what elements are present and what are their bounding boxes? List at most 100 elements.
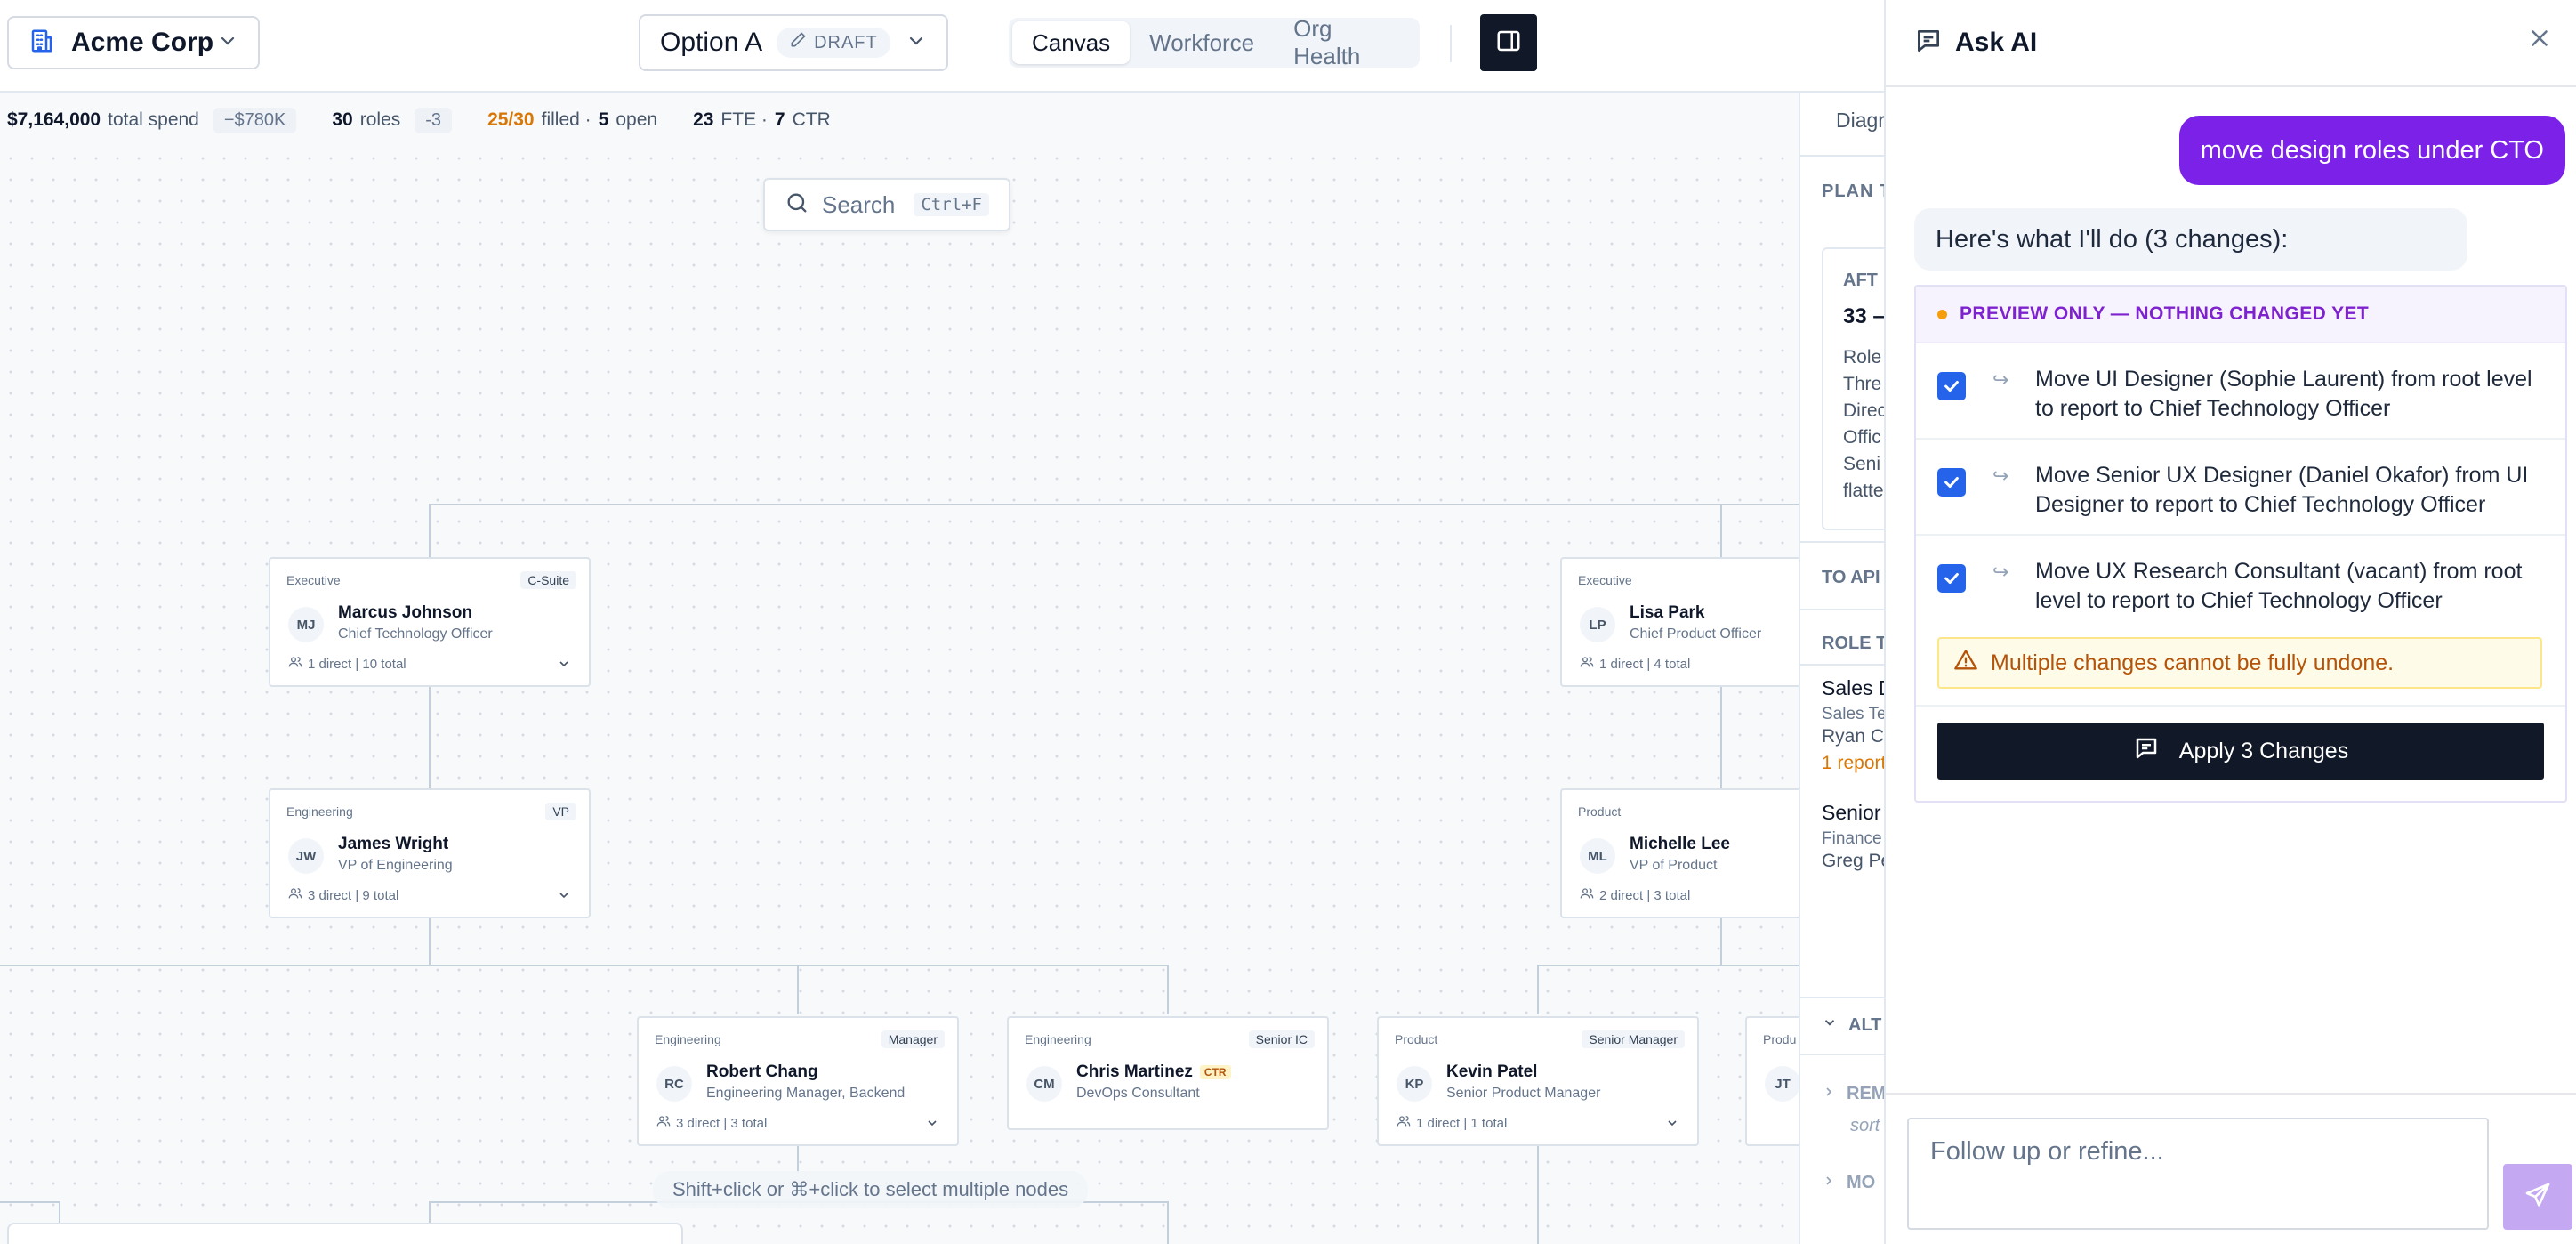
connector [429, 504, 431, 557]
side-panel-tab[interactable]: Diagr [1836, 109, 1885, 133]
alt-label: ALT [1848, 1014, 1882, 1035]
canvas-search[interactable]: Search Ctrl+F [763, 178, 1010, 231]
ai-panel-header: Ask AI [1886, 0, 2576, 87]
org-node-james-wright[interactable]: Engineering VP JW James Wright VP of Eng… [269, 788, 591, 918]
redirect-arrow-icon: ↪ [1992, 561, 2009, 583]
search-icon [785, 190, 809, 220]
org-node-marcus-johnson[interactable]: Executive C-Suite MJ Marcus Johnson Chie… [269, 557, 591, 687]
node-name: Kevin Patel [1446, 1062, 1538, 1081]
org-canvas[interactable]: Search Ctrl+F Executive C-Suite MJ Marcu… [0, 148, 1799, 1244]
node-reports-count: 2 direct | 3 total [1599, 887, 1691, 903]
after-label: AFT [1843, 271, 1878, 290]
workspace-name: Acme Corp [71, 28, 214, 57]
avatar: JT [1765, 1066, 1799, 1102]
stat-filled-value: 25/30 [487, 109, 535, 130]
org-node-lisa-park[interactable]: Executive LP Lisa Park Chief Product Off… [1560, 557, 1799, 687]
expand-chevron-icon[interactable] [557, 888, 571, 907]
apply-changes-button[interactable]: Apply 3 Changes [1937, 723, 2544, 780]
connector [429, 685, 431, 792]
connector [1720, 917, 1722, 966]
org-node-robert-chang[interactable]: Engineering Manager RC Robert Chang Engi… [637, 1016, 959, 1146]
expand-chevron-icon[interactable] [1665, 1116, 1679, 1135]
node-role: VP of Engineering [338, 858, 453, 873]
change-text: Move Senior UX Designer (Daniel Okafor) … [2035, 463, 2529, 517]
stat-spend: $7,164,000 total spend −$780K [7, 107, 297, 133]
expand-chevron-icon[interactable] [557, 657, 571, 675]
building-icon [28, 28, 55, 59]
people-icon [288, 886, 302, 904]
node-name: Michelle Lee [1630, 835, 1730, 853]
after-value: 33 – [1843, 304, 1885, 328]
after-line-6: flatte [1843, 481, 1884, 501]
tab-workforce[interactable]: Workforce [1130, 21, 1274, 64]
people-icon [1580, 655, 1594, 673]
after-line-4: Offic [1843, 427, 1881, 448]
node-reports-count: 3 direct | 9 total [308, 887, 399, 903]
change-item: ↪ Move UX Research Consultant (vacant) f… [1916, 536, 2565, 632]
search-shortcut: Ctrl+F [914, 193, 989, 216]
org-node-michelle-lee[interactable]: Product ML Michelle Lee VP of Product 2 … [1560, 788, 1799, 918]
panel-toggle-button[interactable] [1480, 14, 1537, 71]
node-reports: 1 direct | 1 total [1397, 1114, 1507, 1132]
stat-ctr-value: 7 [774, 109, 785, 130]
node-department: Executive [1578, 573, 1632, 587]
chevron-right-icon [1822, 1084, 1836, 1104]
top-bar: Acme Corp Option A DRAFT Canvas Workforc… [0, 0, 1884, 93]
people-icon [656, 1114, 671, 1132]
org-node-jt[interactable]: Produ JT [1745, 1016, 1799, 1146]
connector [1167, 1201, 1169, 1244]
canvas-toolbar[interactable] [7, 1223, 683, 1244]
node-name: Chris Martinez CTR [1076, 1062, 1231, 1082]
expand-chevron-icon[interactable] [925, 1116, 939, 1135]
node-level-badge: Senior Manager [1582, 1030, 1685, 1048]
stat-spend-label: total spend [108, 109, 199, 130]
role-item-1-sub: Sales Te [1822, 705, 1886, 723]
node-name-text: Chris Martinez [1076, 1062, 1193, 1081]
node-level-badge: Senior IC [1248, 1030, 1315, 1048]
rem-section-toggle[interactable]: REM [1822, 1084, 1886, 1104]
connector [1167, 965, 1169, 1014]
stat-fte-label: FTE · [720, 109, 768, 130]
follow-up-input[interactable]: Follow up or refine... [1907, 1118, 2489, 1230]
stat-fte-value: 23 [693, 109, 714, 130]
chat-icon [2133, 735, 2160, 768]
tab-canvas[interactable]: Canvas [1012, 21, 1131, 64]
close-icon[interactable] [2526, 25, 2553, 56]
node-name: James Wright [338, 835, 449, 853]
workspace-selector[interactable]: Acme Corp [7, 16, 260, 69]
stat-filled: 25/30 filled · 5 open [487, 109, 657, 131]
draft-badge: DRAFT [777, 28, 890, 58]
role-item-1-title[interactable]: Sales D [1822, 676, 1886, 700]
change-checkbox[interactable] [1937, 372, 1966, 400]
chevron-down-icon [217, 30, 238, 56]
change-checkbox[interactable] [1937, 468, 1966, 497]
change-item: ↪ Move UI Designer (Sophie Laurent) from… [1916, 343, 2565, 440]
plan-side-panel: Diagr PLAN T AFT 33 – Role Thre Direc Of… [1799, 93, 1886, 1244]
change-checkbox[interactable] [1937, 564, 1966, 593]
alt-section-toggle[interactable]: ALT [1822, 1014, 1881, 1036]
divider [1450, 25, 1452, 62]
send-button[interactable] [2503, 1164, 2572, 1230]
after-line-3: Direc [1843, 400, 1886, 421]
rem-label: REM [1847, 1084, 1886, 1103]
apply-changes-label: Apply 3 Changes [2178, 738, 2349, 763]
people-icon [1397, 1114, 1411, 1132]
sidebar-toggle-icon [1495, 28, 1522, 59]
node-reports: 3 direct | 9 total [288, 886, 398, 904]
divider [1800, 155, 1886, 157]
mo-label: MO [1847, 1173, 1876, 1192]
connector [797, 1146, 799, 1173]
tab-org-health[interactable]: Org Health [1274, 15, 1416, 69]
org-node-chris-martinez[interactable]: Engineering Senior IC CM Chris Martinez … [1007, 1016, 1329, 1130]
node-role: Chief Product Officer [1630, 626, 1762, 642]
plan-option-selector[interactable]: Option A DRAFT [639, 14, 948, 71]
stat-ctr-label: CTR [792, 109, 831, 130]
stat-filled-label: filled · [541, 109, 592, 130]
role-item-2-sub: Finance [1822, 829, 1882, 848]
people-icon [288, 655, 302, 673]
mo-section-toggle[interactable]: MO [1822, 1173, 1875, 1193]
divider [1800, 541, 1886, 543]
role-item-2-title[interactable]: Senior [1822, 801, 1880, 825]
divider [1800, 997, 1886, 998]
org-node-kevin-patel[interactable]: Product Senior Manager KP Kevin Patel Se… [1377, 1016, 1699, 1146]
